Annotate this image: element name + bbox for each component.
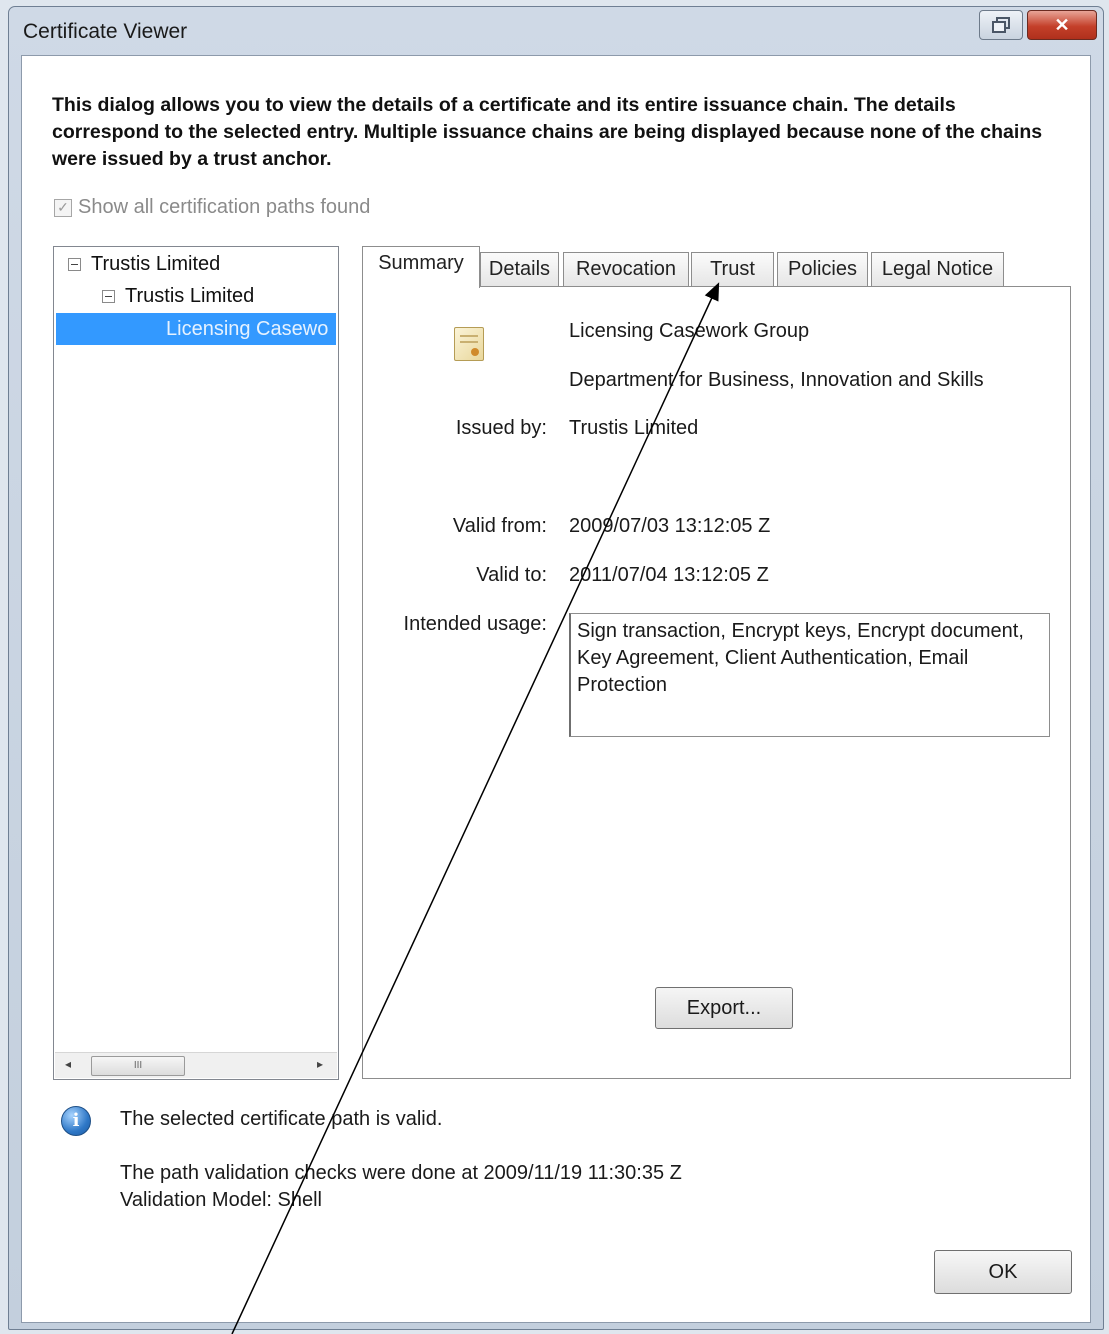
ok-button[interactable]: OK [934, 1250, 1072, 1294]
tab-summary[interactable]: Summary [362, 246, 480, 288]
tab-revocation[interactable]: Revocation [563, 252, 689, 286]
tree-horizontal-scrollbar[interactable]: ◂ III ▸ [55, 1052, 337, 1078]
scroll-thumb[interactable]: III [91, 1056, 185, 1076]
tree-node-intermediate[interactable]: Trustis Limited [102, 285, 254, 308]
issued-by-label: Issued by: [455, 417, 547, 439]
close-button[interactable]: ✕ [1027, 10, 1097, 40]
validation-time-text: The path validation checks were done at … [120, 1162, 682, 1184]
restore-button[interactable] [979, 10, 1023, 40]
show-all-paths-checkbox[interactable]: ✓ [54, 198, 72, 217]
path-valid-text: The selected certificate path is valid. [120, 1108, 443, 1130]
certificate-tree[interactable]: Trustis Limited Trustis Limited Licensin… [53, 246, 339, 1080]
window-title: Certificate Viewer [23, 20, 188, 43]
intro-text: This dialog allows you to view the detai… [52, 94, 1043, 170]
subject-name: Licensing Casework Group [569, 320, 810, 342]
info-icon: i [61, 1106, 91, 1136]
tree-node-selected[interactable]: Licensing Casewo [56, 313, 336, 345]
intended-usage-label: Intended usage: [403, 613, 547, 635]
certificate-viewer-window: Certificate Viewer ✕ This dialog allows … [8, 6, 1104, 1330]
scroll-right-icon[interactable]: ▸ [317, 1057, 323, 1071]
close-icon: ✕ [1054, 14, 1070, 35]
scroll-left-icon[interactable]: ◂ [65, 1057, 71, 1071]
valid-to-value: 2011/07/04 13:12:05 Z [569, 564, 769, 586]
certificate-icon [454, 327, 484, 361]
tab-trust[interactable]: Trust [691, 252, 774, 286]
tab-policies[interactable]: Policies [777, 252, 868, 286]
tree-node-label: Trustis Limited [125, 285, 255, 307]
collapse-icon[interactable] [68, 258, 81, 271]
tab-legal-notice[interactable]: Legal Notice [871, 252, 1004, 286]
export-button[interactable]: Export... [655, 987, 793, 1029]
title-bar: Certificate Viewer ✕ [9, 7, 1103, 57]
validation-model-text: Validation Model: Shell [120, 1189, 322, 1211]
collapse-icon[interactable] [102, 290, 115, 303]
show-all-paths-row[interactable]: ✓ Show all certification paths found [54, 196, 370, 219]
intended-usage-box[interactable]: Sign transaction, Encrypt keys, Encrypt … [569, 613, 1050, 737]
valid-to-label: Valid to: [476, 564, 547, 586]
subject-organization: Department for Business, Innovation and … [569, 369, 984, 391]
tab-details[interactable]: Details [480, 252, 559, 286]
valid-from-value: 2009/07/03 13:12:05 Z [569, 515, 771, 537]
dialog-body: This dialog allows you to view the detai… [21, 55, 1091, 1323]
tree-node-label: Trustis Limited [91, 253, 221, 275]
show-all-paths-label: Show all certification paths found [78, 196, 371, 218]
issued-by-value: Trustis Limited [569, 417, 699, 439]
tree-node-root[interactable]: Trustis Limited [68, 253, 220, 276]
restore-icon [992, 17, 1010, 33]
valid-from-label: Valid from: [452, 515, 547, 537]
summary-panel: Licensing Casework Group Department for … [362, 286, 1071, 1079]
